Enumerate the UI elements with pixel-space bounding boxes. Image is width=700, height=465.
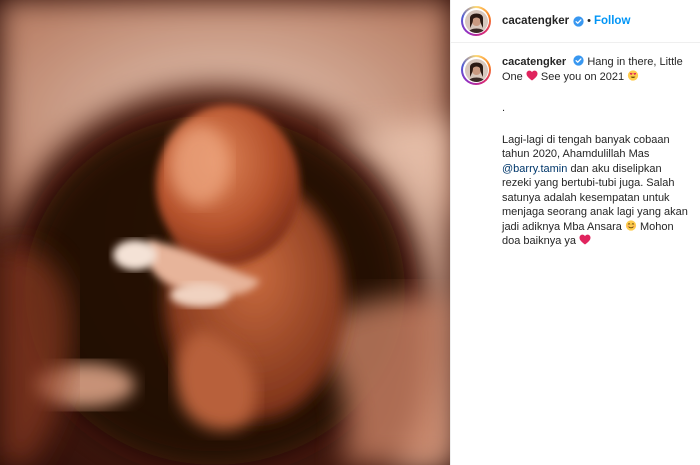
avatar-ring — [463, 8, 489, 34]
caption-paragraph-line: @barry.tamin dan aku diselipkan — [502, 162, 682, 177]
caption-username[interactable]: cacatengker — [502, 56, 566, 68]
red-heart-emoji-icon — [526, 70, 538, 80]
caption-avatar-ring — [463, 57, 489, 83]
post-header: cacatengker • Follow — [451, 0, 700, 43]
post-sidebar: cacatengker • Follow cacatengker Hang in… — [450, 0, 700, 465]
follow-button[interactable]: Follow — [594, 15, 630, 27]
caption-line-1: cacatengker Hang in there, Little — [502, 55, 683, 70]
caption-paragraph-line: rezeki yang bertubi-tubi juga. Salah — [502, 177, 675, 189]
caption-text: cacatengker Hang in there, Little One Se… — [502, 55, 688, 249]
avatar[interactable] — [461, 6, 491, 36]
red-heart-emoji-icon — [579, 234, 591, 245]
caption-text-after-emoji: Mohon — [639, 220, 674, 233]
caption-comment: cacatengker Hang in there, Little One Se… — [451, 43, 700, 249]
caption-avatar-photo — [464, 58, 488, 82]
caption-paragraph-line: Lagi-lagi di tengah banyak cobaan — [502, 133, 670, 146]
caption-text-line2: One — [502, 70, 523, 83]
instagram-post: cacatengker • Follow cacatengker Hang in… — [0, 0, 700, 465]
caption-text-after-mention: dan aku diselipkan — [570, 162, 662, 175]
caption-line-2: One See you on 2021 — [502, 69, 682, 85]
caption-paragraph-line: satunya adalah kesempatan untuk — [502, 191, 670, 204]
smiling-emoji-icon — [625, 219, 637, 231]
caption-avatar[interactable] — [461, 55, 491, 85]
verified-badge-icon — [573, 55, 584, 66]
caption-text-last: doa baiknya ya — [502, 235, 576, 247]
profile-photo-icon — [464, 58, 488, 82]
caption-dot-line: . — [502, 102, 506, 114]
mention-link-barry-tamin[interactable]: @barry.tamin — [502, 163, 567, 175]
caption-text-before-emoji: jadi adiknya Mba Ansara — [502, 220, 622, 233]
heart-eyes-emoji-icon — [628, 69, 639, 81]
avatar-photo — [464, 9, 488, 33]
profile-photo-icon — [464, 9, 488, 33]
caption-text-line1: Hang in there, Little — [587, 56, 683, 68]
header-separator: • — [587, 15, 591, 27]
ultrasound-image — [0, 0, 450, 465]
caption-text-see-you: See you on 2021 — [540, 70, 625, 83]
post-image-ultrasound[interactable] — [0, 0, 450, 465]
caption-paragraph-line: jadi adiknya Mba Ansara Mohon — [502, 219, 682, 235]
caption-paragraph-line: tahun 2020, Ahamdulillah Mas — [502, 148, 650, 160]
header-username[interactable]: cacatengker — [502, 15, 569, 27]
verified-badge-icon — [573, 15, 584, 27]
caption-paragraph-line: doa baiknya ya — [502, 234, 682, 249]
caption-paragraph-line: menjaga seorang anak lagi yang akan — [502, 206, 688, 218]
